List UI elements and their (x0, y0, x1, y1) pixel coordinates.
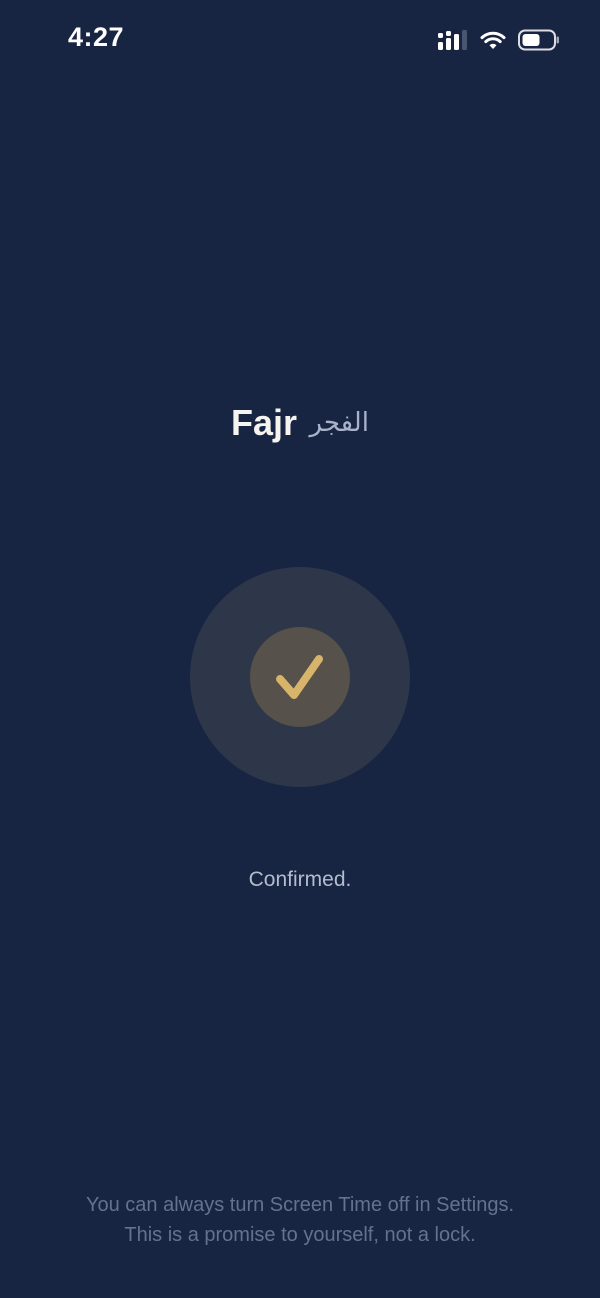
cellular-signal-icon (438, 30, 468, 50)
status-icons (438, 28, 560, 52)
wifi-icon (480, 30, 506, 50)
prayer-name-english: Fajr (231, 402, 298, 443)
footer-note: You can always turn Screen Time off in S… (0, 1190, 600, 1250)
status-bar: 4:27 (0, 0, 600, 80)
status-time: 4:27 (68, 22, 125, 52)
prayer-name-arabic: الفجر (309, 408, 369, 438)
prayer-title: Fajr الفجر (0, 402, 600, 444)
footer-line-1: You can always turn Screen Time off in S… (85, 1194, 515, 1216)
confirmation-text: Confirmed. (248, 868, 352, 891)
battery-icon (518, 29, 560, 51)
footer-line-2: This is a promise to yourself, not a loc… (124, 1224, 476, 1246)
checkmark-icon (276, 655, 323, 699)
